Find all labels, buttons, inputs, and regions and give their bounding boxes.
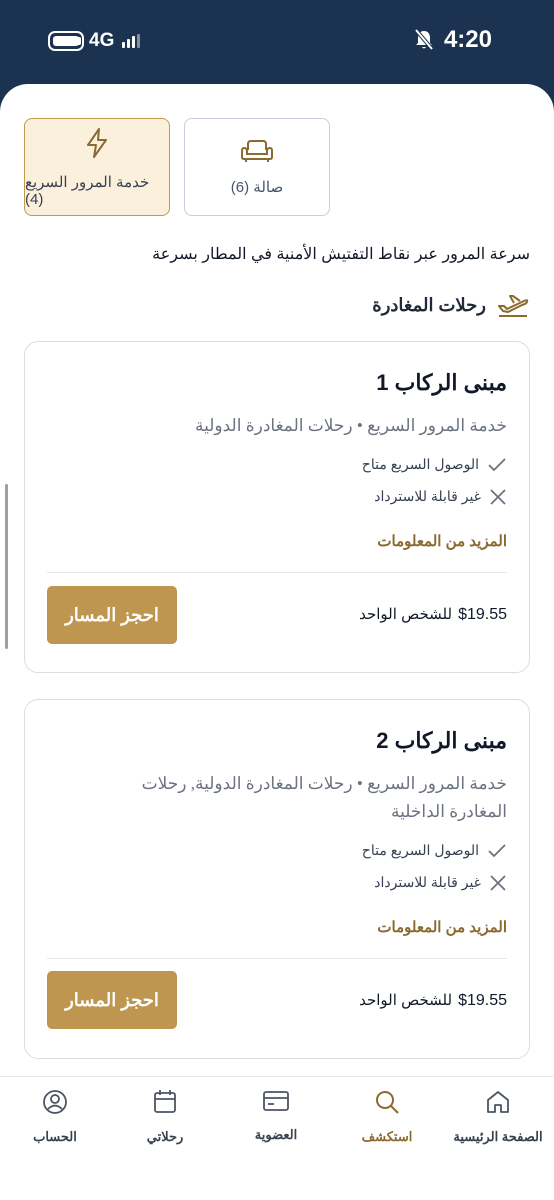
divider [47,572,507,573]
x-icon [490,488,506,505]
status-bar: 4G 4:20 [0,0,554,84]
nav-account-label: الحساب [33,1129,77,1144]
section-title: رحلات المغادرة [372,294,486,315]
feature-item: غير قابلة للاسترداد [374,874,507,891]
home-icon [487,1091,509,1113]
lightning-icon [87,127,107,158]
more-info-link[interactable]: المزيد من المعلومات [377,532,507,550]
nav-account[interactable]: الحساب [0,1089,110,1145]
feature-text: غير قابلة للاسترداد [374,874,481,890]
card-title: مبنى الركاب 2 [376,728,507,753]
terminal-card: مبنى الركاب 2 خدمة المرور السريع • رحلات… [24,699,530,1059]
network-label: 4G [89,30,115,51]
service-description: سرعة المرور عبر نقاط التفتيش الأمنية في … [152,246,530,263]
x-icon [490,874,506,891]
nav-membership[interactable]: العضوية [221,1089,331,1143]
check-icon [488,457,506,471]
price: $19.55 للشخص الواحد [359,991,507,1010]
book-lane-button[interactable]: احجز المسار [47,971,177,1029]
nav-trips-label: رحلاتي [146,1129,184,1144]
feature-item: غير قابلة للاسترداد [374,488,507,505]
feature-text: غير قابلة للاسترداد [374,488,481,504]
tab-fast-track-label: خدمة المرور السريع (4) [25,173,150,208]
card-icon [263,1091,289,1111]
nav-home-label: الصفحة الرئيسية [453,1129,543,1144]
more-info-link[interactable]: المزيد من المعلومات [377,918,507,936]
battery-icon [48,31,84,51]
search-icon [376,1091,399,1114]
feature-text: الوصول السريع متاح [361,456,479,472]
signal-icon [122,34,141,48]
armchair-icon [241,140,273,162]
terminal-card: مبنى الركاب 1 خدمة المرور السريع • رحلات… [24,341,530,673]
price: $19.55 للشخص الواحد [359,605,507,624]
nav-trips[interactable]: رحلاتي [110,1089,220,1145]
bell-muted-icon [414,29,434,51]
feature-item: الوصول السريع متاح [362,456,507,473]
price-amount: $19.55 [458,992,507,1009]
book-lane-button[interactable]: احجز المسار [47,586,177,644]
section-header: رحلات المغادرة [372,292,530,318]
calendar-icon [154,1090,176,1113]
nav-home[interactable]: الصفحة الرئيسية [443,1089,553,1145]
user-icon [43,1090,67,1114]
feature-item: الوصول السريع متاح [362,842,507,859]
nav-membership-label: العضوية [254,1127,298,1142]
card-title: مبنى الركاب 1 [376,370,507,395]
scrollbar[interactable] [5,484,8,649]
price-unit: للشخص الواحد [359,992,453,1009]
tab-fast-track[interactable]: خدمة المرور السريع (4) [24,118,170,216]
status-right: 4:20 [414,26,492,54]
plane-departure-icon [498,295,529,317]
divider [47,958,507,959]
nav-explore-label: استكشف [361,1129,413,1144]
tab-lounge[interactable]: صالة (6) [184,118,330,216]
check-icon [488,843,506,857]
nav-explore[interactable]: استكشف [332,1089,442,1145]
main-sheet: خدمة المرور السريع (4) صالة (6) سرعة الم… [0,84,554,1200]
price-unit: للشخص الواحد [359,606,453,623]
card-subtitle: خدمة المرور السريع • رحلات المغادرة الدو… [141,774,507,821]
tab-lounge-label: صالة (6) [230,179,284,196]
card-subtitle: خدمة المرور السريع • رحلات المغادرة الدو… [195,416,507,435]
feature-text: الوصول السريع متاح [361,842,479,858]
clock: 4:20 [443,26,492,53]
bottom-nav: الصفحة الرئيسية استكشف العضوية رحلاتي ال… [0,1076,554,1200]
status-left: 4G [48,30,141,52]
price-amount: $19.55 [458,606,507,623]
